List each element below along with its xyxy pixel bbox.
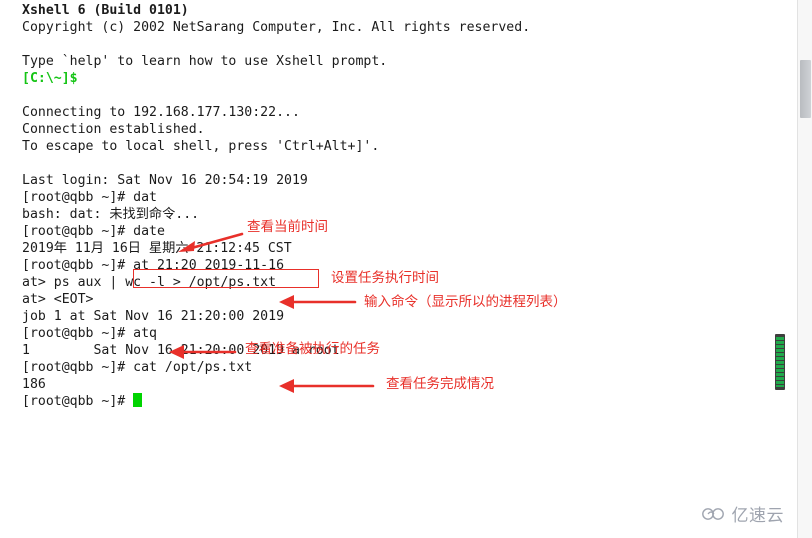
terminal-cursor	[133, 393, 143, 407]
terminal-line-escape-hint: To escape to local shell, press 'Ctrl+Al…	[22, 139, 380, 154]
terminal-line-at-input-ps: at> ps aux | wc -l > /opt/ps.txt	[22, 275, 277, 290]
terminal-line-dat-error: bash: dat: 未找到命令...	[22, 207, 200, 222]
annotation-arrow-task-completion	[279, 379, 375, 393]
annotation-arrow-pending-tasks	[169, 345, 237, 359]
annotation-arrow-diagonal-date	[178, 232, 244, 252]
terminal-line-cmd-atq: [root@qbb ~]# atq	[22, 326, 157, 341]
annotation-set-task-exec-time: 设置任务执行时间	[331, 270, 439, 286]
terminal-line-job-scheduled: job 1 at Sat Nov 16 21:20:00 2019	[22, 309, 285, 324]
annotation-view-pending-tasks: 查看准备被执行的任务	[245, 341, 380, 357]
terminal-scrollbar-thumb-inner	[776, 337, 784, 387]
terminal-line-copyright: Copyright (c) 2002 NetSarang Computer, I…	[22, 20, 531, 35]
terminal-line-cmd-cat: [root@qbb ~]# cat /opt/ps.txt	[22, 360, 253, 375]
terminal-line-connecting: Connecting to 192.168.177.130:22...	[22, 105, 300, 120]
terminal-line-date-output: 2019年 11月 16日 星期六 21:12:45 CST	[22, 241, 292, 256]
annotation-arrow-input-command	[279, 295, 357, 309]
terminal-line-cmd-date: [root@qbb ~]# date	[22, 224, 165, 239]
terminal-line-help-hint: Type `help' to learn how to use Xshell p…	[22, 54, 388, 69]
annotation-view-task-completion: 查看任务完成情况	[386, 376, 494, 392]
terminal-line-cmd-dat: [root@qbb ~]# dat	[22, 190, 157, 205]
terminal-scrollbar-track[interactable]	[775, 0, 788, 470]
watermark: 亿速云	[701, 501, 785, 526]
annotation-check-current-time: 查看当前时间	[247, 219, 328, 235]
annotation-input-command: 输入命令（显示所以的进程列表）	[364, 294, 567, 310]
terminal-scrollbar-thumb[interactable]	[775, 334, 785, 390]
terminal-line-last-login: Last login: Sat Nov 16 20:54:19 2019	[22, 173, 308, 188]
terminal-line-local-prompt: [C:\~]$	[22, 71, 78, 86]
terminal-line-xshell-version: Xshell 6 (Build 0101)	[22, 3, 189, 18]
terminal-output-area[interactable]: Xshell 6 (Build 0101) Copyright (c) 2002…	[0, 0, 790, 470]
terminal-line-active-prompt[interactable]: [root@qbb ~]#	[22, 393, 143, 410]
cloud-icon	[701, 505, 727, 522]
terminal-line-cat-output: 186	[22, 377, 46, 392]
terminal-line-cmd-at: [root@qbb ~]# at 21:20 2019-11-16	[22, 258, 285, 273]
prompt-text: [root@qbb ~]#	[22, 394, 134, 409]
page-scrollbar-thumb[interactable]	[800, 60, 811, 118]
watermark-text: 亿速云	[731, 506, 784, 526]
terminal-line-connection-established: Connection established.	[22, 122, 205, 137]
terminal-line-at-eot: at> <EOT>	[22, 292, 94, 307]
page-scrollbar-track[interactable]	[797, 0, 812, 538]
screenshot-root: Xshell 6 (Build 0101) Copyright (c) 2002…	[0, 0, 812, 538]
